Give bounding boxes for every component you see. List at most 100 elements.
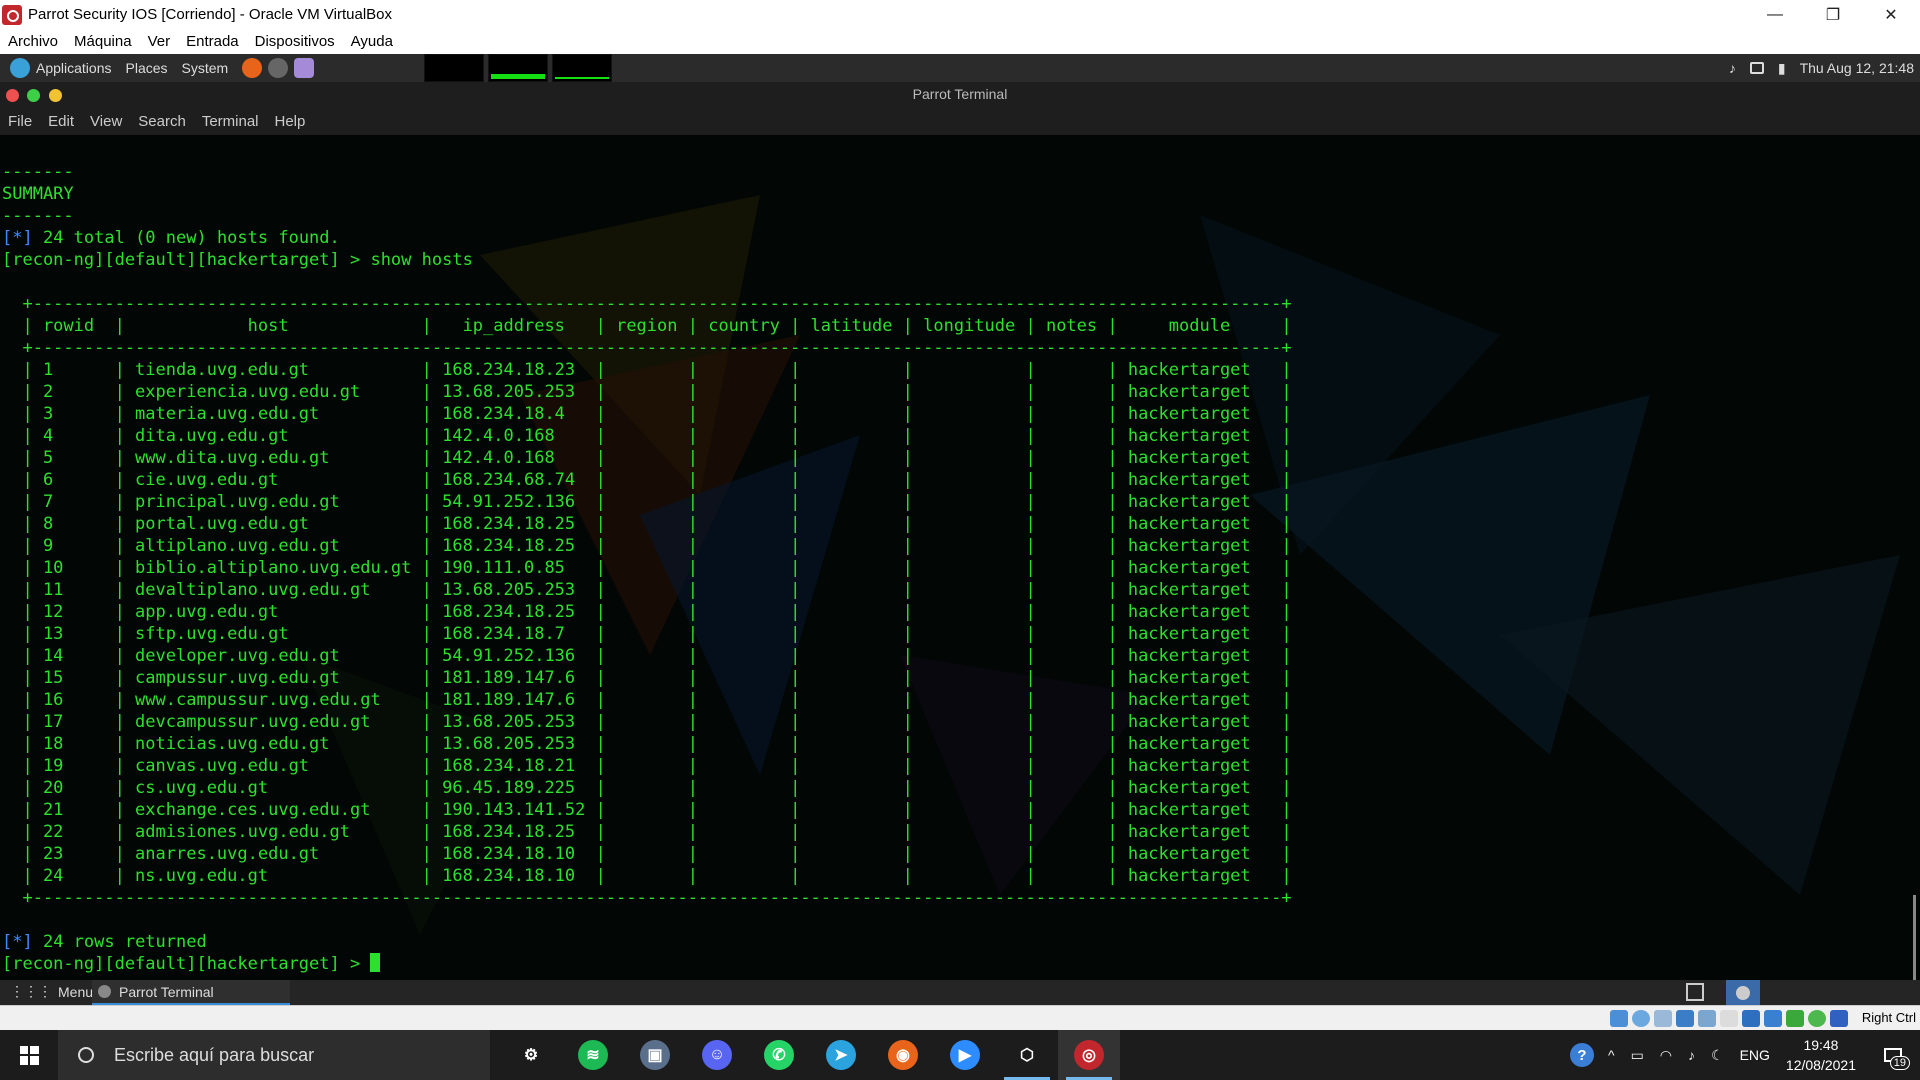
- vbox-statusbar: Right Ctrl: [0, 1005, 1920, 1030]
- parrot-vm-icon: ◎: [1074, 1040, 1104, 1070]
- zoom-icon: ▶: [950, 1040, 980, 1070]
- shared-folders-icon[interactable]: [1720, 1010, 1738, 1027]
- spotify-icon: ≋: [578, 1040, 608, 1070]
- search-placeholder: Escribe aquí para buscar: [114, 1044, 315, 1065]
- terminal-scrollbar[interactable]: [1913, 895, 1916, 980]
- terminal-output[interactable]: ------- SUMMARY ------- [*] 24 total (0 …: [0, 135, 1920, 980]
- night-light-icon[interactable]: ☾: [1711, 1047, 1724, 1064]
- pinned-apps: ⚙ ≋ ▣ ☺ ✆ ➤ ◉ ▶ ⬡ ◎: [500, 1030, 1120, 1080]
- bottom-menu-label: Menu: [58, 983, 94, 1000]
- close-button[interactable]: ✕: [1862, 0, 1920, 29]
- windows-logo-icon: [19, 1045, 39, 1065]
- taskbar-app-whatsapp[interactable]: ✆: [748, 1030, 810, 1080]
- terminal-cursor: [370, 953, 381, 972]
- battery-icon[interactable]: ▭: [1631, 1047, 1644, 1064]
- menu-ver[interactable]: Ver: [140, 33, 179, 50]
- clock-time: 19:48: [1803, 1037, 1839, 1053]
- panel-clock[interactable]: Thu Aug 12, 21:48: [1800, 60, 1914, 76]
- volume-icon[interactable]: ♪: [1729, 60, 1736, 76]
- workspace-icon[interactable]: [1686, 983, 1704, 1001]
- firefox-icon: ◉: [888, 1040, 918, 1070]
- host-key-label: Right Ctrl: [1861, 1010, 1916, 1025]
- terminal-menu-view[interactable]: View: [82, 113, 130, 130]
- terminal-menu-file[interactable]: File: [0, 113, 40, 130]
- vbox-menubar: Archivo Máquina Ver Entrada Dispositivos…: [0, 29, 1920, 54]
- windows-taskbar: Escribe aquí para buscar ⚙ ≋ ▣ ☺ ✆ ➤ ◉ ▶ ⬡ ◎ ? ^ …: [0, 1030, 1920, 1080]
- taskbar-app-discord[interactable]: ☺: [686, 1030, 748, 1080]
- terminal-menu-help[interactable]: Help: [267, 113, 314, 130]
- hdd-icon[interactable]: [1610, 1010, 1628, 1027]
- taskbar-app-spotify[interactable]: ≋: [562, 1030, 624, 1080]
- terminal-menu-edit[interactable]: Edit: [40, 113, 82, 130]
- terminal-titlebar: Parrot Terminal: [0, 82, 1920, 108]
- menu-ayuda[interactable]: Ayuda: [343, 33, 401, 50]
- network-monitor: [552, 54, 613, 82]
- parrot-top-panel: Applications Places System ♪ ▮ Thu Aug 1…: [0, 54, 1920, 82]
- terminal-launcher-icon[interactable]: [268, 58, 289, 78]
- parrot-logo-icon[interactable]: [10, 58, 30, 78]
- taskbar-app-telegram[interactable]: ➤: [810, 1030, 872, 1080]
- virtualbox-app-icon: [2, 4, 22, 25]
- parrot-bottom-panel: ⋮⋮⋮ Menu Parrot Terminal: [0, 980, 1920, 1005]
- vbox-window-title: Parrot Security IOS [Corriendo] - Oracle…: [28, 6, 393, 23]
- taskbar-clock[interactable]: 19:48 12/08/2021: [1786, 1035, 1856, 1075]
- telegram-icon: ➤: [826, 1040, 856, 1070]
- usb-icon[interactable]: [1698, 1010, 1716, 1027]
- taskbar-app-settings[interactable]: ⚙: [500, 1030, 562, 1080]
- taskbar-app-zoom[interactable]: ▶: [934, 1030, 996, 1080]
- mouse-integration-icon[interactable]: [1830, 1010, 1848, 1027]
- system-menu[interactable]: System: [182, 60, 229, 76]
- whatsapp-icon: ✆: [764, 1040, 794, 1070]
- memory-monitor: [488, 54, 549, 82]
- taskbar-app-photos[interactable]: ▣: [624, 1030, 686, 1080]
- taskbar-app-firefox[interactable]: ◉: [872, 1030, 934, 1080]
- virtualbox-icon: ⬡: [1020, 1047, 1034, 1064]
- menu-maquina[interactable]: Máquina: [66, 33, 140, 50]
- search-icon: [78, 1047, 94, 1063]
- terminal-menu-terminal[interactable]: Terminal: [194, 113, 267, 130]
- start-button[interactable]: [0, 1030, 58, 1080]
- menu-archivo[interactable]: Archivo: [0, 33, 66, 50]
- terminal-menubar: File Edit View Search Terminal Help: [0, 108, 1920, 135]
- show-desktop-button[interactable]: [1726, 980, 1760, 1005]
- taskbar-item-parrot-terminal[interactable]: Parrot Terminal: [92, 980, 290, 1005]
- minimize-button[interactable]: —: [1746, 0, 1804, 29]
- display-status-icon[interactable]: [1742, 1010, 1760, 1027]
- taskbar-app-virtualbox[interactable]: ⬡: [996, 1030, 1058, 1080]
- menu-entrada[interactable]: Entrada: [178, 33, 247, 50]
- display-icon[interactable]: [1749, 62, 1764, 74]
- speaker-icon[interactable]: ♪: [1688, 1047, 1695, 1063]
- recording-icon[interactable]: [1764, 1010, 1782, 1027]
- firefox-launcher-icon[interactable]: [242, 58, 263, 78]
- grid-icon: ⋮⋮⋮: [10, 983, 52, 999]
- cpu-monitor: [424, 54, 485, 82]
- applications-menu[interactable]: Applications: [36, 60, 112, 76]
- network-icon[interactable]: [1676, 1010, 1694, 1027]
- audio-icon[interactable]: [1654, 1010, 1672, 1027]
- notification-center-button[interactable]: 19: [1878, 1040, 1910, 1070]
- places-menu[interactable]: Places: [126, 60, 168, 76]
- photos-icon: ▣: [640, 1040, 670, 1070]
- terminal-task-icon: [98, 985, 111, 998]
- restore-button[interactable]: ❐: [1804, 0, 1862, 29]
- bottom-menu-button[interactable]: ⋮⋮⋮ Menu: [10, 983, 93, 1000]
- cpu-status-icon[interactable]: [1786, 1010, 1804, 1027]
- menu-dispositivos[interactable]: Dispositivos: [247, 33, 343, 50]
- tray-overflow-icon[interactable]: ^: [1608, 1047, 1615, 1063]
- terminal-menu-search[interactable]: Search: [130, 113, 194, 130]
- wifi-icon[interactable]: ◠: [1660, 1047, 1672, 1064]
- taskbar-app-parrot-vm[interactable]: ◎: [1058, 1030, 1120, 1080]
- guest-additions-icon[interactable]: [1808, 1010, 1826, 1027]
- taskbar-search[interactable]: Escribe aquí para buscar: [58, 1030, 490, 1080]
- vbox-titlebar: Parrot Security IOS [Corriendo] - Oracle…: [0, 0, 1920, 29]
- taskbar-item-label: Parrot Terminal: [119, 983, 214, 1000]
- help-icon[interactable]: ?: [1569, 1043, 1594, 1067]
- lock-icon[interactable]: ▮: [1778, 60, 1786, 77]
- optical-drive-icon[interactable]: [1632, 1010, 1650, 1027]
- notification-count: 19: [1889, 1056, 1910, 1070]
- editor-launcher-icon[interactable]: [294, 58, 315, 78]
- language-indicator[interactable]: ENG: [1740, 1047, 1770, 1063]
- system-tray: ? ^ ▭ ◠ ♪ ☾ ENG 19:48 12/08/2021 19: [1569, 1030, 1920, 1080]
- terminal-title: Parrot Terminal: [912, 86, 1008, 102]
- terminal-text: ------- SUMMARY ------- [*] 24 total (0 …: [2, 162, 1292, 974]
